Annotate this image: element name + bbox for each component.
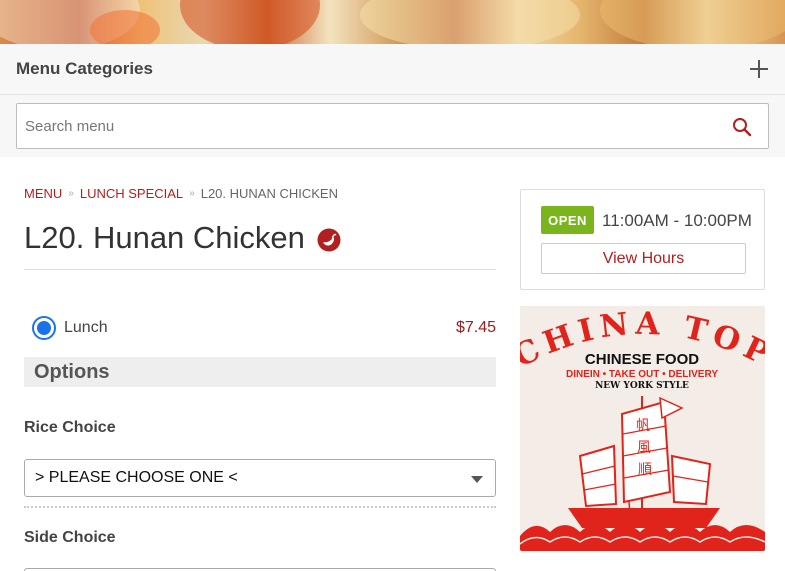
- view-hours-button[interactable]: View Hours: [541, 243, 746, 274]
- rice-choice-value: > PLEASE CHOOSE ONE <: [35, 469, 238, 486]
- menu-categories-bar[interactable]: Menu Categories: [0, 44, 785, 95]
- hours-text: 11:00AM - 10:00PM: [602, 211, 752, 230]
- breadcrumb-separator-icon: »: [68, 188, 74, 199]
- options-heading: Options: [24, 357, 496, 387]
- sail-text-2: 風: [637, 440, 651, 456]
- restaurant-logo: CHINA TOP CHINESE FOOD DINEIN • TAKE OUT…: [520, 306, 765, 551]
- logo-services: DINEIN • TAKE OUT • DELIVERY: [566, 369, 718, 380]
- search-icon[interactable]: [732, 117, 752, 137]
- menu-categories-title: Menu Categories: [16, 59, 153, 78]
- sail-text-3: 順: [638, 462, 652, 478]
- item-price: $7.45: [455, 319, 496, 336]
- breadcrumb-separator-icon: »: [189, 188, 195, 199]
- page-title: L20. Hunan Chicken: [24, 220, 305, 255]
- item-title-row: L20. Hunan Chicken: [24, 220, 341, 256]
- side-choice-label: Side Choice: [24, 529, 116, 546]
- status-badge: OPEN: [541, 206, 594, 234]
- logo-style: NEW YORK STYLE: [595, 381, 689, 391]
- rice-choice-label: Rice Choice: [24, 419, 116, 436]
- rice-choice-select[interactable]: > PLEASE CHOOSE ONE <: [24, 459, 496, 497]
- logo-subtitle: CHINESE FOOD: [585, 351, 699, 368]
- breadcrumb-current: L20. HUNAN CHICKEN: [200, 186, 338, 201]
- plus-icon[interactable]: [749, 59, 769, 79]
- search-section: [0, 95, 785, 157]
- dotted-divider: [24, 506, 496, 508]
- breadcrumb-category-link[interactable]: LUNCH SPECIAL: [80, 186, 183, 201]
- chili-pepper-icon: [317, 228, 341, 252]
- size-option-row[interactable]: Lunch $7.45: [24, 312, 496, 344]
- hours-card: OPEN 11:00AM - 10:00PM View Hours: [520, 189, 765, 290]
- breadcrumb: MENU » LUNCH SPECIAL » L20. HUNAN CHICKE…: [24, 186, 338, 201]
- size-label: Lunch: [64, 319, 108, 336]
- search-box: [16, 103, 769, 149]
- chevron-down-icon: [471, 476, 483, 483]
- food-banner-image: [0, 0, 785, 44]
- divider: [24, 269, 496, 270]
- size-radio-button[interactable]: [32, 316, 56, 340]
- sail-text-1: 帆: [636, 418, 650, 434]
- logo-graphic: CHINA TOP CHINESE FOOD DINEIN • TAKE OUT…: [520, 306, 765, 551]
- breadcrumb-menu-link[interactable]: MENU: [24, 186, 62, 201]
- search-input[interactable]: [17, 104, 697, 148]
